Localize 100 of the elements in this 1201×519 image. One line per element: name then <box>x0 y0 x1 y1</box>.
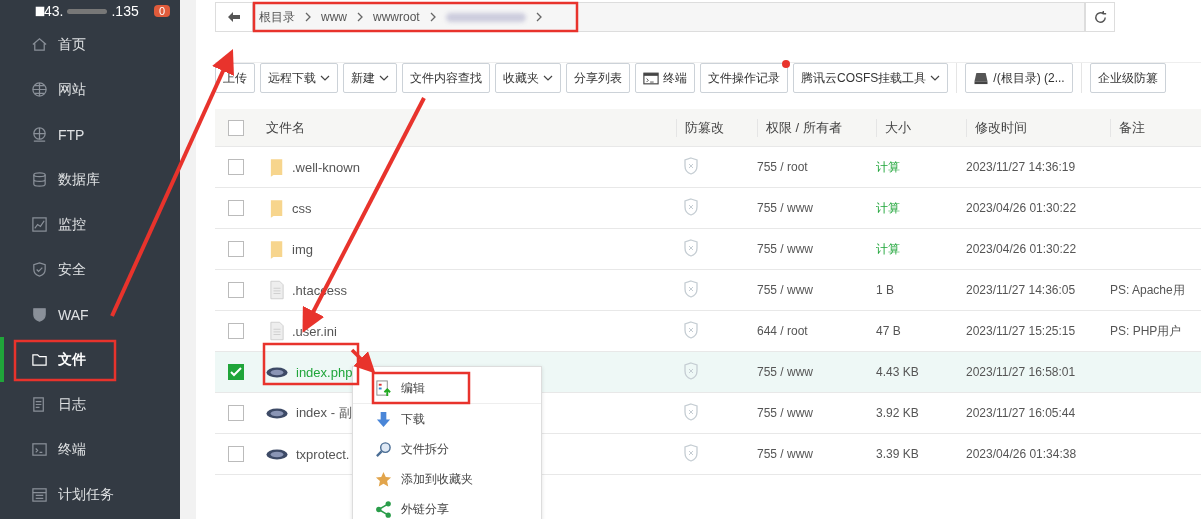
back-arrow-icon <box>228 12 240 22</box>
download-icon <box>375 410 392 428</box>
chevron-icon <box>429 12 436 22</box>
notification-badge: 0 <box>153 5 170 17</box>
globe-icon <box>31 126 48 143</box>
home-icon <box>31 36 48 53</box>
file-name[interactable]: txprotect. <box>296 446 350 462</box>
annotation-arrow <box>350 348 376 374</box>
folder-icon <box>270 157 284 177</box>
server-host: 43. <box>44 3 64 19</box>
row-checkbox[interactable] <box>228 159 244 175</box>
breadcrumb-item[interactable]: 根目录 <box>259 8 295 26</box>
menu-item[interactable]: 外链分享 <box>353 494 541 519</box>
database-icon <box>31 171 48 188</box>
row-checkbox[interactable] <box>228 241 244 257</box>
sidebar-item[interactable]: 网站 <box>0 67 180 112</box>
column-header: 大小 <box>876 118 966 137</box>
file-name[interactable]: img <box>292 241 313 257</box>
refresh-button[interactable] <box>1085 2 1115 32</box>
checkmark-icon <box>230 367 242 377</box>
toolbar-button[interactable]: 远程下载 <box>260 63 338 93</box>
row-checkbox[interactable] <box>228 364 244 380</box>
terminal-icon <box>31 441 48 458</box>
table-cell-text: 2023/11/27 14:36:19 <box>966 160 1077 174</box>
table-cell: 3.39 KB <box>876 447 919 461</box>
globe-icon <box>31 81 48 98</box>
folder-icon <box>31 351 48 368</box>
toolbar-button[interactable]: 企业级防篡 <box>1089 63 1166 93</box>
table-cell: 47 B <box>876 324 901 338</box>
row-checkbox[interactable] <box>228 405 244 421</box>
row-checkbox[interactable] <box>228 323 244 339</box>
calendar-icon <box>31 486 48 503</box>
php-icon <box>266 407 288 419</box>
toolbar-button[interactable]: 腾讯云COSFS挂载工具 <box>793 63 949 93</box>
toolbar-button[interactable]: 终端 <box>635 63 695 93</box>
column-header: 权限 / 所有者 <box>757 118 876 137</box>
table-cell-text: 755 / www <box>757 365 815 379</box>
php-icon <box>266 366 288 378</box>
row-checkbox[interactable] <box>228 200 244 216</box>
menu-item[interactable]: 文件拆分 <box>353 434 541 464</box>
table-cell: PS: Apache用 <box>1110 282 1185 297</box>
toolbar-button[interactable]: /(根目录) (2... <box>965 63 1073 93</box>
row-checkbox[interactable] <box>228 446 244 462</box>
file-icon <box>270 321 284 341</box>
file-name[interactable]: index - 副 <box>296 404 352 422</box>
caret-icon <box>543 75 553 81</box>
toolbar-button[interactable]: 文件操作记录 <box>700 63 788 93</box>
shield-icon <box>31 306 48 323</box>
sidebar-item[interactable]: WAF <box>0 292 180 337</box>
tamper-shield-icon <box>683 320 699 339</box>
caret-icon <box>320 75 330 81</box>
edit-icon <box>375 380 392 397</box>
sidebar-item[interactable]: 终端 <box>0 427 180 472</box>
back-button[interactable] <box>215 2 253 32</box>
table-cell: 1 B <box>876 283 894 297</box>
server-host: .135 <box>111 3 139 19</box>
tamper-shield-icon <box>683 238 699 257</box>
server-icon <box>34 4 46 18</box>
sidebar-item[interactable]: 计划任务 <box>0 472 180 517</box>
tamper-shield-icon <box>683 361 699 380</box>
toolbar-button[interactable]: 分享列表 <box>566 63 630 93</box>
tamper-shield-icon <box>683 279 699 298</box>
magnifier-icon <box>375 440 392 458</box>
notification-dot <box>782 60 790 68</box>
table-cell-text: 755 / root <box>757 160 809 174</box>
table-cell-text: 644 / root <box>757 324 809 338</box>
table-cell-text: 755 / www <box>757 447 815 461</box>
table-cell: 3.92 KB <box>876 406 919 420</box>
tamper-shield-icon <box>683 197 699 216</box>
toolbar-button[interactable]: 新建 <box>343 63 397 93</box>
sidebar-item[interactable]: 监控 <box>0 202 180 247</box>
sidebar-item[interactable]: 安全 <box>0 247 180 292</box>
file-name[interactable]: .user.ini <box>292 323 337 339</box>
sidebar-item[interactable]: 日志 <box>0 382 180 427</box>
toolbar-button[interactable]: 收藏夹 <box>495 63 561 93</box>
table-cell-text: 2023/04/26 01:34:38 <box>966 447 1078 461</box>
redacted-mark <box>67 8 108 14</box>
file-name[interactable]: css <box>292 200 312 216</box>
chevron-icon <box>535 12 542 22</box>
table-cell-text: 2023/11/27 16:58:01 <box>966 365 1077 379</box>
star-icon <box>375 470 392 488</box>
path-bar[interactable]: 根目录 www wwwroot <box>253 2 1085 32</box>
sidebar-item[interactable]: 数据库 <box>0 157 180 202</box>
row-checkbox[interactable] <box>228 282 244 298</box>
chevron-icon <box>357 12 363 22</box>
share-icon <box>375 500 392 518</box>
breadcrumb-item[interactable]: www <box>321 10 347 24</box>
refresh-icon <box>1092 9 1108 25</box>
file-name[interactable]: .well-known <box>292 159 360 175</box>
toolbar-button[interactable]: 文件内容查找 <box>402 63 490 93</box>
select-all-checkbox[interactable] <box>228 119 244 136</box>
column-header: 修改时间 <box>966 118 1110 137</box>
menu-item[interactable]: 下载 <box>353 404 541 434</box>
table-cell-text: 2023/11/27 15:25:15 <box>966 324 1077 338</box>
table-cell-text: 755 / www <box>757 283 815 297</box>
sidebar-item[interactable]: 首页 <box>0 22 180 67</box>
breadcrumb-item[interactable]: wwwroot <box>373 10 420 24</box>
menu-item[interactable]: 添加到收藏夹 <box>353 464 541 494</box>
table-cell: PS: PHP用户 <box>1110 323 1182 338</box>
sidebar-item[interactable]: FTP <box>0 112 180 157</box>
